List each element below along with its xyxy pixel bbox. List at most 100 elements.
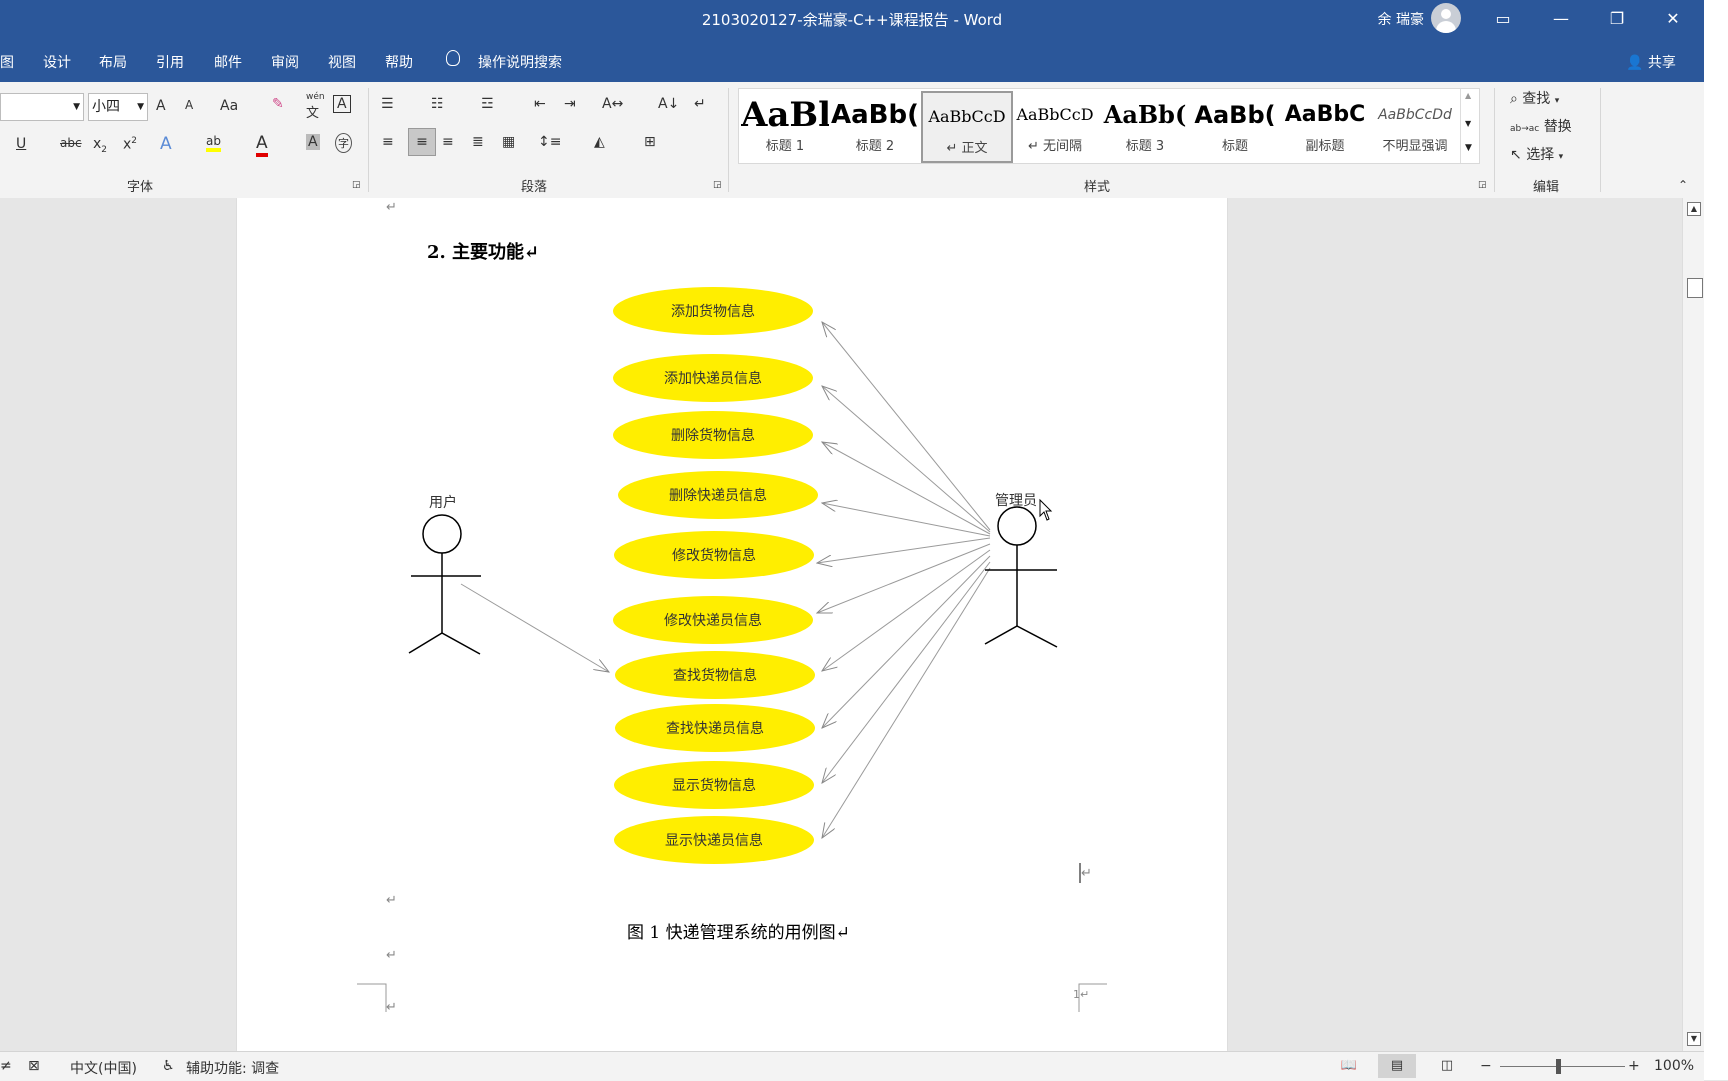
use-case[interactable]: 删除快递员信息: [618, 471, 818, 519]
justify-icon[interactable]: ≣: [472, 134, 484, 150]
use-case[interactable]: 修改货物信息: [614, 531, 814, 579]
shading-icon[interactable]: ◭: [594, 134, 605, 150]
ribbon-display-options-button[interactable]: ▭: [1480, 0, 1526, 38]
find-button[interactable]: ⌕ 查找 ▾: [1510, 88, 1559, 108]
user-actor[interactable]: [408, 514, 481, 655]
character-border-button[interactable]: A: [333, 95, 351, 113]
actor-leg: [441, 632, 481, 655]
chinese-layout-icon[interactable]: A↔: [602, 96, 623, 112]
align-right-icon[interactable]: ≡: [442, 134, 454, 150]
underline-button[interactable]: U: [16, 136, 26, 152]
tab-layout[interactable]: 布局: [99, 52, 127, 72]
show-marks-icon[interactable]: ↵: [694, 96, 706, 112]
tab-design[interactable]: 设计: [43, 52, 71, 72]
zoom-out-button[interactable]: −: [1480, 1058, 1492, 1074]
tab-review[interactable]: 审阅: [271, 52, 299, 72]
font-color-button[interactable]: A: [256, 133, 268, 157]
use-case[interactable]: 显示快递员信息: [614, 816, 814, 864]
cursor-icon: ↖: [1510, 147, 1522, 163]
zoom-level[interactable]: 100%: [1654, 1058, 1694, 1074]
change-case-button[interactable]: Aa: [220, 98, 238, 114]
subscript-button[interactable]: x2: [93, 136, 107, 155]
line-spacing-icon[interactable]: ↕≡: [538, 134, 561, 150]
borders-icon[interactable]: ⊞: [644, 134, 656, 150]
chevron-down-icon[interactable]: ▼: [137, 94, 144, 120]
use-case[interactable]: 添加快递员信息: [613, 354, 813, 402]
use-case[interactable]: 显示货物信息: [614, 761, 814, 809]
sort-icon[interactable]: A↓: [658, 96, 679, 112]
collapse-ribbon-icon[interactable]: ⌃: [1678, 178, 1688, 192]
distributed-icon[interactable]: ▦: [502, 134, 515, 150]
select-button[interactable]: ↖ 选择 ▾: [1510, 144, 1563, 164]
admin-actor[interactable]: [984, 506, 1058, 648]
proofing-icon[interactable]: ⊠: [28, 1058, 40, 1074]
multilevel-list-icon[interactable]: ☲: [481, 96, 494, 112]
increase-indent-icon[interactable]: ⇥: [564, 96, 576, 112]
use-case[interactable]: 删除货物信息: [613, 411, 813, 459]
character-shading-button[interactable]: A: [306, 134, 320, 150]
close-button[interactable]: ✕: [1650, 0, 1696, 38]
dialog-launcher-icon[interactable]: ◲: [1478, 180, 1487, 190]
replace-button[interactable]: ab→ac 替换: [1510, 116, 1572, 136]
bullets-icon[interactable]: ☰: [381, 96, 394, 112]
language-status[interactable]: 中文(中国): [70, 1058, 137, 1078]
font-name-box[interactable]: ▼: [0, 93, 84, 121]
style-no-spacing[interactable]: AaBbCcD ↵ 无间隔: [1011, 91, 1099, 159]
scroll-up-icon[interactable]: ▲: [1687, 202, 1701, 216]
tell-me-search[interactable]: 操作说明搜索: [478, 52, 562, 72]
style-heading-3[interactable]: AaBb( 标题 3: [1101, 91, 1189, 159]
style-subtitle[interactable]: AaBbC 副标题: [1281, 91, 1369, 159]
scroll-thumb[interactable]: [1687, 278, 1703, 298]
use-case[interactable]: 查找快递员信息: [615, 704, 815, 752]
read-mode-icon[interactable]: 📖: [1330, 1054, 1368, 1078]
clear-formatting-icon[interactable]: ✎: [272, 96, 284, 112]
user-name[interactable]: 余 瑞豪: [1378, 9, 1424, 29]
superscript-button[interactable]: x2: [123, 136, 137, 153]
decrease-indent-icon[interactable]: ⇤: [534, 96, 546, 112]
enclose-characters-button[interactable]: 字: [335, 133, 352, 153]
grow-font-button[interactable]: A: [156, 98, 166, 114]
style-normal[interactable]: AaBbCcD ↵ 正文: [921, 91, 1013, 163]
tab-help[interactable]: 帮助: [385, 52, 413, 72]
chevron-down-icon[interactable]: ▼: [73, 94, 80, 120]
dialog-launcher-icon[interactable]: ◲: [352, 180, 361, 190]
restore-button[interactable]: ❐: [1594, 0, 1640, 38]
shrink-font-button[interactable]: A: [185, 98, 193, 112]
tab-insert[interactable]: 图: [0, 52, 14, 72]
text-effects-button[interactable]: A: [160, 134, 172, 154]
word-count-icon[interactable]: ≠: [0, 1058, 12, 1074]
accessibility-status[interactable]: 辅助功能: 调查: [186, 1058, 279, 1078]
style-heading-2[interactable]: AaBb( 标题 2: [831, 91, 919, 159]
highlight-color-button[interactable]: ab: [206, 134, 221, 152]
scroll-down-icon[interactable]: ▼: [1687, 1032, 1701, 1046]
use-case[interactable]: 添加货物信息: [613, 287, 813, 335]
dialog-launcher-icon[interactable]: ◲: [713, 180, 722, 190]
use-case[interactable]: 修改快递员信息: [613, 596, 813, 644]
strikethrough-button[interactable]: abc: [60, 136, 82, 150]
web-layout-icon[interactable]: ◫: [1428, 1054, 1466, 1078]
chevron-up-icon[interactable]: ▲: [1465, 91, 1471, 100]
chevron-down-icon[interactable]: ▼: [1465, 119, 1471, 128]
tab-mailings[interactable]: 邮件: [214, 52, 242, 72]
avatar[interactable]: [1431, 3, 1461, 33]
zoom-slider-thumb[interactable]: [1556, 1059, 1561, 1074]
use-case[interactable]: 查找货物信息: [615, 651, 815, 699]
align-left-icon[interactable]: ≡: [382, 134, 394, 150]
style-subtle-emphasis[interactable]: AaBbCcDd 不明显强调: [1371, 91, 1459, 159]
zoom-slider[interactable]: [1500, 1066, 1625, 1067]
style-heading-1[interactable]: AaBl 标题 1: [741, 91, 829, 159]
tab-references[interactable]: 引用: [156, 52, 184, 72]
print-layout-icon[interactable]: ▤: [1378, 1054, 1416, 1078]
vertical-scrollbar[interactable]: ▲ ▼: [1682, 198, 1705, 1051]
tab-view[interactable]: 视图: [328, 52, 356, 72]
align-center-icon[interactable]: ≡: [408, 128, 436, 156]
style-title[interactable]: AaBb( 标题: [1191, 91, 1279, 159]
share-button[interactable]: 👤 共享: [1626, 52, 1676, 72]
numbering-icon[interactable]: ☷: [431, 96, 444, 112]
font-size-box[interactable]: 小四 ▼: [88, 93, 148, 121]
zoom-in-button[interactable]: +: [1628, 1058, 1640, 1074]
minimize-button[interactable]: —: [1538, 0, 1584, 38]
more-icon[interactable]: ▼: [1465, 143, 1472, 153]
phonetic-guide-button[interactable]: wén 文: [306, 92, 325, 121]
gallery-scroll[interactable]: ▲ ▼ ▼: [1460, 89, 1479, 163]
